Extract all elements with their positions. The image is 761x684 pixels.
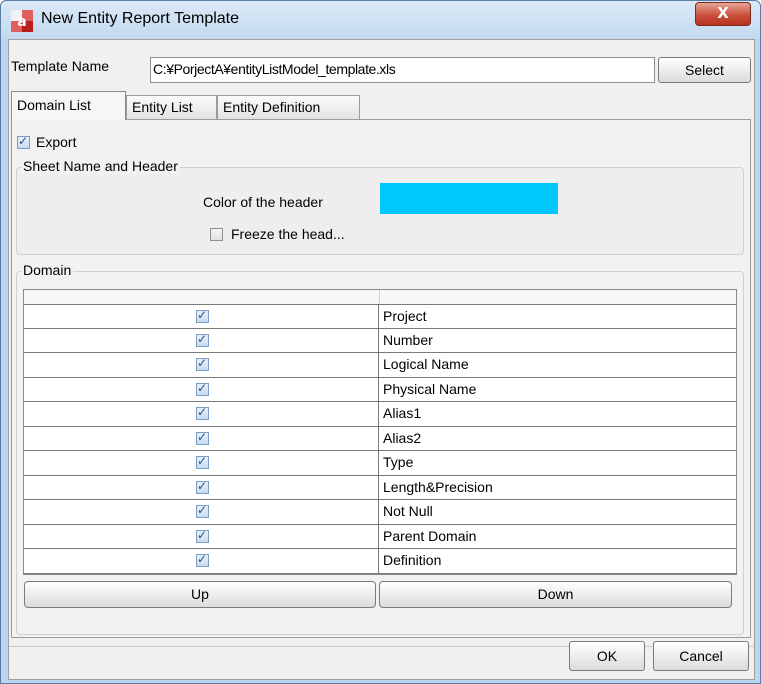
table-row[interactable]: Not Null bbox=[24, 500, 736, 525]
freeze-option[interactable]: Freeze the head... bbox=[210, 225, 345, 242]
domain-list-panel: Export Sheet Name and Header Color of th… bbox=[11, 119, 751, 638]
column-name-cell: Length&Precision bbox=[383, 478, 493, 495]
row-checkbox[interactable] bbox=[196, 308, 209, 323]
column-name-cell: Project bbox=[383, 308, 427, 324]
export-cell bbox=[24, 451, 379, 475]
column-name-cell: Alias2 bbox=[383, 429, 422, 446]
template-name-input[interactable]: C:¥PorjectA¥entityListModel_template.xls bbox=[150, 57, 655, 83]
row-checkbox[interactable] bbox=[196, 454, 209, 469]
domain-table: Project Number Logical Name Physical Name Al… bbox=[23, 289, 737, 575]
export-cell bbox=[24, 328, 379, 352]
table-row[interactable]: Type bbox=[24, 451, 736, 476]
dialog-content: Template Name C:¥PorjectA¥entityListMode… bbox=[8, 39, 755, 680]
table-row[interactable]: Alias2 bbox=[24, 426, 736, 451]
export-cell bbox=[24, 402, 379, 426]
up-button[interactable]: Up bbox=[24, 581, 376, 608]
close-icon: X bbox=[717, 4, 729, 22]
app-icon: a bbox=[11, 10, 33, 32]
column-name-cell: Logical Name bbox=[383, 356, 469, 372]
column-name-cell: Number bbox=[383, 331, 433, 348]
export-cell bbox=[24, 475, 379, 499]
table-row[interactable]: Alias1 bbox=[24, 402, 736, 427]
header-color-label: Color of the header bbox=[203, 194, 323, 210]
export-cell bbox=[24, 524, 379, 548]
export-cell bbox=[24, 549, 379, 573]
export-cell bbox=[24, 305, 379, 328]
row-checkbox[interactable] bbox=[196, 381, 209, 396]
sheet-group-title: Sheet Name and Header bbox=[21, 158, 180, 174]
export-option[interactable]: Export bbox=[17, 133, 76, 150]
row-checkbox[interactable] bbox=[196, 332, 209, 347]
export-cell bbox=[24, 426, 379, 450]
freeze-checkbox[interactable] bbox=[210, 227, 223, 241]
table-row[interactable]: Length&Precision bbox=[24, 475, 736, 500]
table-row[interactable]: Project bbox=[24, 304, 736, 329]
column-name-cell: Definition bbox=[383, 552, 442, 568]
cancel-button[interactable]: Cancel bbox=[653, 641, 749, 671]
row-checkbox[interactable] bbox=[196, 430, 209, 445]
close-button[interactable]: X bbox=[695, 2, 751, 26]
table-row[interactable]: Logical Name bbox=[24, 353, 736, 378]
export-label: Export bbox=[36, 134, 77, 151]
domain-group-title: Domain bbox=[21, 262, 74, 278]
select-button[interactable]: Select bbox=[658, 57, 751, 83]
table-row[interactable]: Parent Domain bbox=[24, 524, 736, 549]
dialog-window: a New Entity Report Template X Template … bbox=[0, 0, 761, 684]
export-checkbox[interactable] bbox=[17, 134, 30, 149]
domain-group: Domain Project Number Logical Name Physical… bbox=[16, 262, 744, 635]
freeze-label: Freeze the head... bbox=[231, 226, 345, 243]
row-checkbox[interactable] bbox=[196, 356, 209, 371]
template-name-label: Template Name bbox=[11, 58, 110, 74]
export-cell bbox=[24, 377, 379, 401]
title-bar[interactable]: a New Entity Report Template X bbox=[1, 1, 760, 39]
tab-entity-list[interactable]: Entity List bbox=[126, 95, 217, 119]
table-row[interactable]: Number bbox=[24, 328, 736, 353]
tab-entity-definition[interactable]: Entity Definition bbox=[217, 95, 360, 119]
sheet-name-header-group: Sheet Name and Header Color of the heade… bbox=[16, 158, 744, 255]
column-name-cell: Alias1 bbox=[383, 405, 422, 421]
header-color-swatch[interactable] bbox=[380, 183, 558, 214]
table-header bbox=[24, 290, 736, 305]
tab-domain-list[interactable]: Domain List bbox=[11, 91, 126, 120]
down-button[interactable]: Down bbox=[379, 581, 732, 608]
table-body: Project Number Logical Name Physical Name Al… bbox=[24, 304, 736, 574]
row-checkbox[interactable] bbox=[196, 405, 209, 420]
column-name-cell: Not Null bbox=[383, 503, 433, 519]
row-checkbox[interactable] bbox=[196, 503, 209, 518]
window-title: New Entity Report Template bbox=[41, 10, 240, 27]
row-checkbox[interactable] bbox=[196, 528, 209, 543]
row-checkbox[interactable] bbox=[196, 479, 209, 494]
table-row[interactable]: Definition bbox=[24, 549, 736, 574]
export-cell bbox=[24, 500, 379, 524]
column-name-cell: Type bbox=[383, 454, 414, 470]
table-row[interactable]: Physical Name bbox=[24, 377, 736, 402]
export-cell bbox=[24, 353, 379, 377]
ok-button[interactable]: OK bbox=[569, 641, 645, 671]
row-checkbox[interactable] bbox=[196, 552, 209, 567]
column-name-cell: Physical Name bbox=[383, 380, 477, 397]
column-name-cell: Parent Domain bbox=[383, 527, 477, 544]
svg-text:a: a bbox=[17, 14, 26, 30]
